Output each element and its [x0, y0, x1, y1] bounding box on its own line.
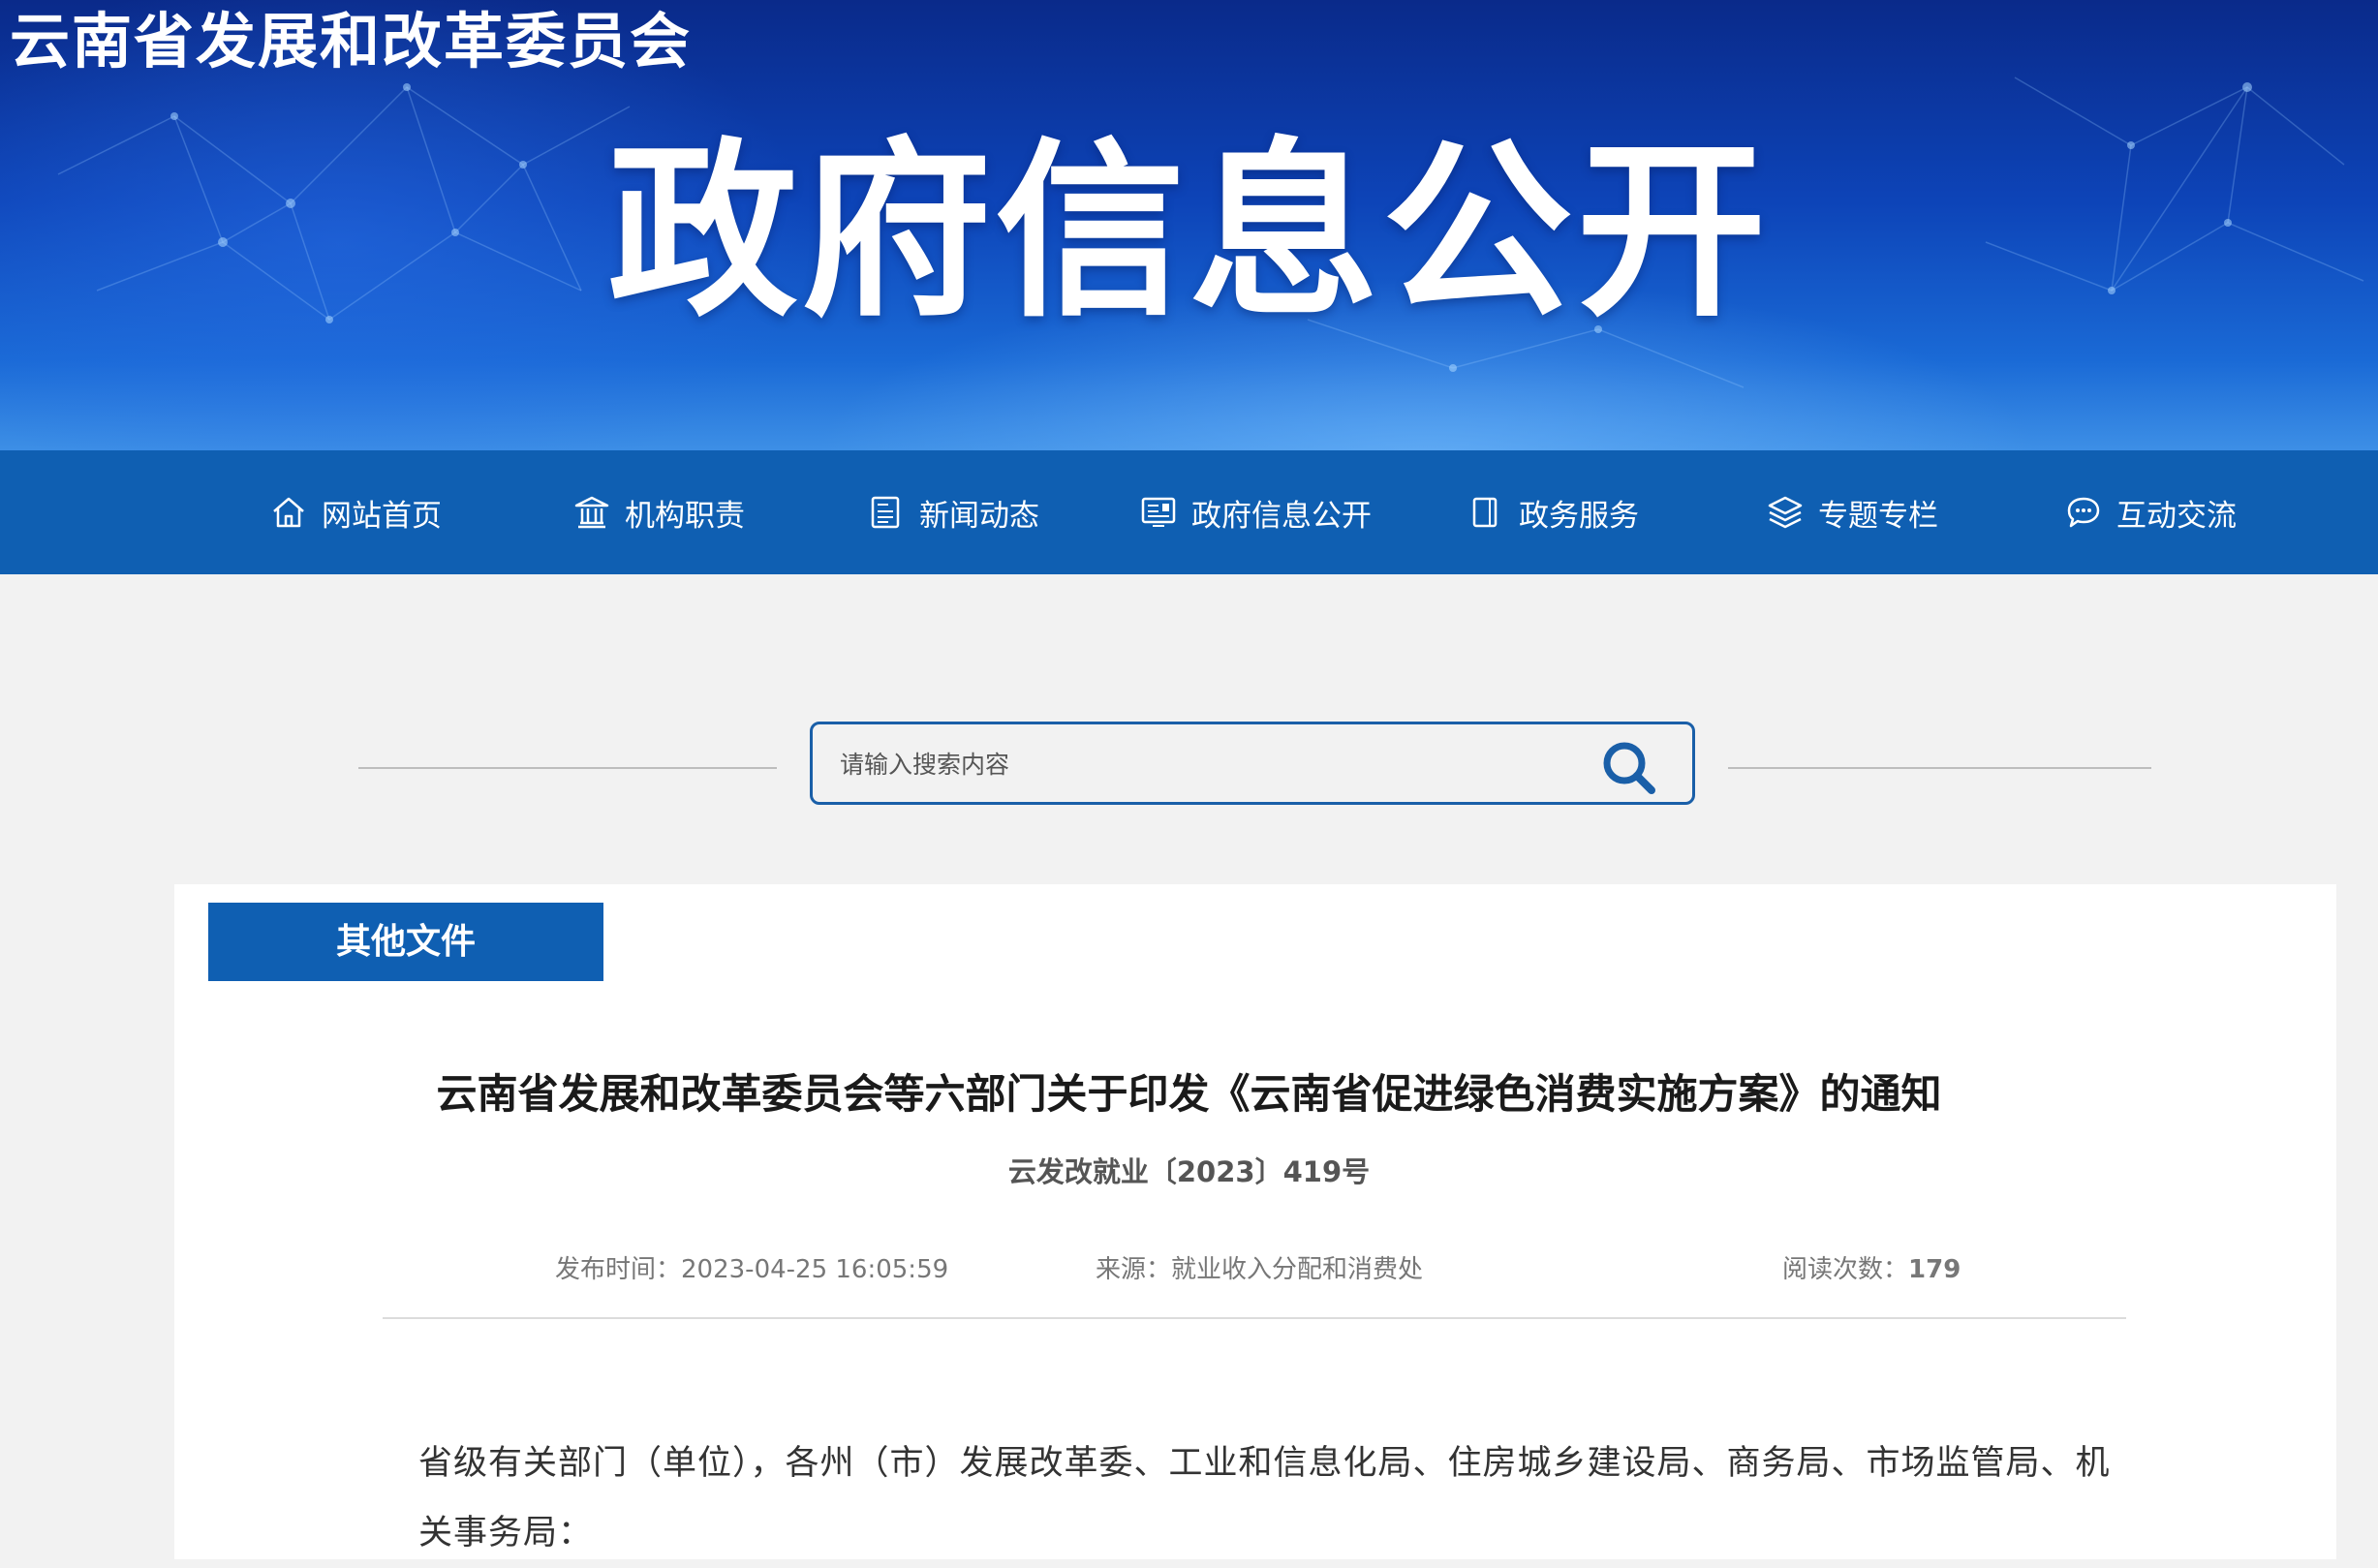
meta-divider [383, 1317, 2126, 1319]
publish-time-value: 2023-04-25 16:05:59 [681, 1255, 949, 1284]
view-count: 阅读次数：179 [1782, 1252, 1961, 1287]
news-icon [871, 496, 900, 529]
nav-item-news[interactable]: 新闻动态 [867, 450, 1039, 574]
service-icon [1472, 497, 1498, 528]
nav-item-interaction[interactable]: 互动交流 [2064, 450, 2237, 574]
publish-time-label: 发布时间： [555, 1255, 682, 1284]
nav-label: 机构职责 [625, 498, 745, 534]
view-count-label: 阅读次数： [1782, 1255, 1909, 1284]
institution-icon [574, 496, 609, 529]
article-body: 省级有关部门（单位），各州（市）发展改革委、工业和信息化局、住房城乡建设局、商务… [418, 1444, 2111, 1553]
nav-label: 专题专栏 [1818, 498, 1938, 534]
nav-item-topics[interactable]: 专题专栏 [1766, 450, 1938, 574]
source-value: 就业收入分配和消费处 [1171, 1255, 1424, 1284]
source-label: 来源： [1096, 1255, 1172, 1284]
search-input[interactable] [838, 724, 1578, 804]
banner-title: 政府信息公开 [607, 122, 1771, 343]
search-box [810, 722, 1695, 805]
info-board-icon [1141, 497, 1176, 527]
nav-label: 政府信息公开 [1191, 498, 1372, 534]
layers-icon [1768, 496, 1803, 529]
nav-item-institution[interactable]: 机构职责 [572, 450, 745, 574]
nav-item-gov-info[interactable]: 政府信息公开 [1139, 450, 1372, 574]
nav-label: 网站首页 [322, 498, 442, 534]
nav-label: 政务服务 [1519, 498, 1639, 534]
search-icon[interactable] [1601, 740, 1657, 796]
header-banner: 云南省发展和改革委员会 政府信息公开 [0, 0, 2378, 450]
document-number: 云发改就业〔2023〕419号 [1007, 1155, 1371, 1188]
nav-label: 互动交流 [2116, 498, 2237, 534]
search-divider-right [1728, 767, 2151, 769]
publish-time: 发布时间：2023-04-25 16:05:59 [555, 1252, 948, 1287]
site-name: 云南省发展和改革委员会 [10, 6, 693, 77]
source: 来源：就业收入分配和消费处 [1096, 1252, 1423, 1287]
nav-item-service[interactable]: 政务服务 [1467, 450, 1639, 574]
view-count-value: 179 [1908, 1255, 1961, 1284]
nav-item-home[interactable]: 网站首页 [269, 450, 442, 574]
chat-icon [2067, 497, 2100, 528]
home-icon [273, 497, 304, 528]
main-nav: 网站首页 机构职责 新闻动态 政府信息公开 政务服务 专题专栏 互动交流 [0, 450, 2378, 574]
nav-label: 新闻动态 [919, 498, 1039, 534]
article-title: 云南省发展和改革委员会等六部门关于印发《云南省促进绿色消费实施方案》的通知 [436, 1070, 1942, 1118]
search-divider-left [358, 767, 777, 769]
category-tab[interactable]: 其他文件 [208, 903, 603, 981]
